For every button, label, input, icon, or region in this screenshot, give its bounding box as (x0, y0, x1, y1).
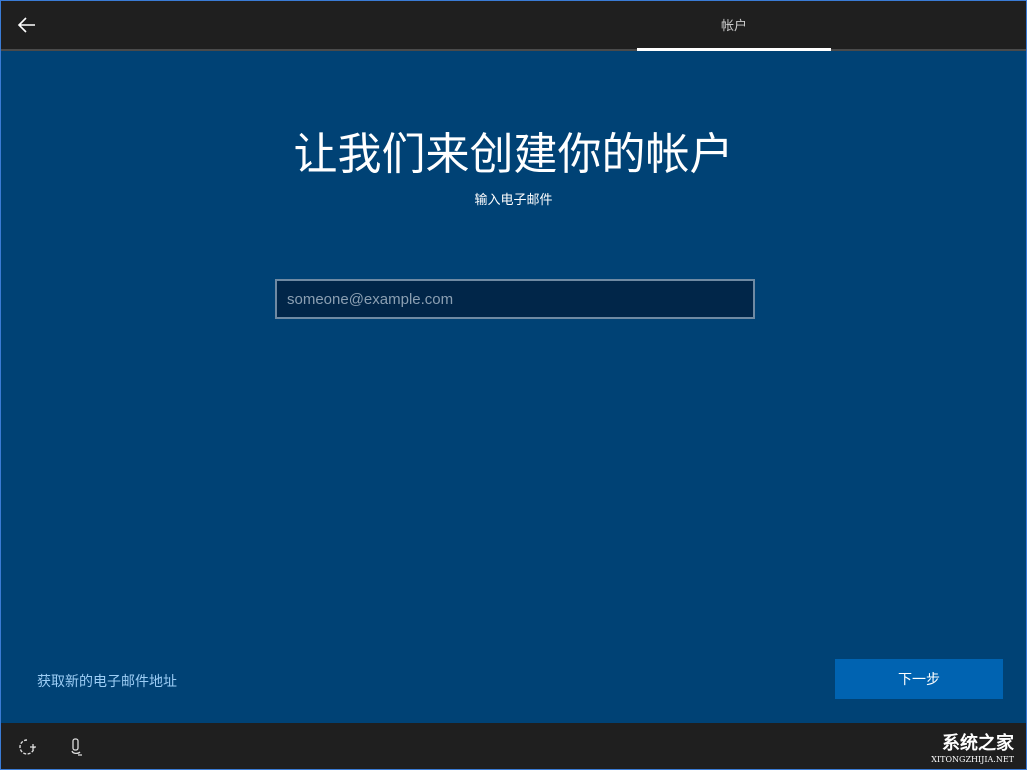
top-bar: 帐户 (1, 1, 1026, 51)
tab-account[interactable]: 帐户 (637, 1, 831, 49)
watermark-url: XITONGZHIJIA.NET (931, 755, 1014, 764)
page-title: 让我们来创建你的帐户 (1, 125, 1026, 185)
get-new-email-link[interactable]: 获取新的电子邮件地址 (37, 671, 177, 691)
watermark-text: 系统之家 (942, 733, 1014, 754)
microphone-icon[interactable] (67, 737, 87, 757)
ease-of-access-icon[interactable] (17, 737, 37, 757)
back-arrow-icon[interactable] (15, 13, 39, 37)
next-button[interactable]: 下一步 (835, 659, 1003, 699)
page-subtitle: 输入电子邮件 (1, 189, 1026, 208)
email-input[interactable] (275, 279, 755, 319)
watermark-logo: 系统之家XITONGZHIJIA.NET (931, 729, 1014, 764)
bottom-bar: 系统之家XITONGZHIJIA.NET (1, 723, 1026, 769)
